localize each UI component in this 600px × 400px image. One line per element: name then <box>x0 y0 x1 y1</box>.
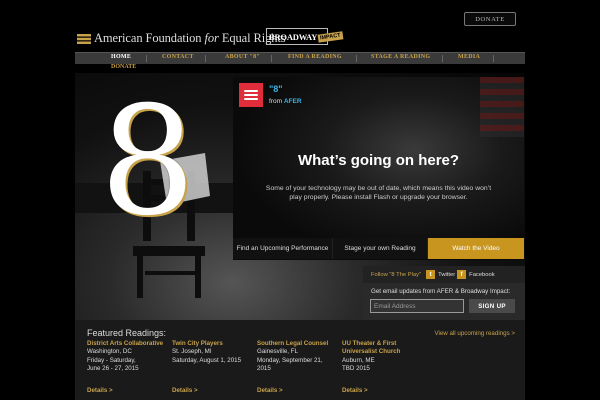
video-error-heading: What’s going on here? <box>297 152 460 169</box>
email-input[interactable] <box>370 299 464 313</box>
site-header: American Foundation for Equal Rights BRO… <box>0 0 600 52</box>
nav-divider <box>493 55 494 62</box>
play-title-eight: 8 <box>100 75 196 249</box>
nav-media[interactable]: MEDIA <box>458 54 480 60</box>
reading-location: Washington, DC <box>87 348 132 356</box>
reading-name[interactable]: Southern Legal Counsel <box>257 340 337 348</box>
reading-name[interactable]: UU Theater & First Universalist Church <box>342 340 422 357</box>
reading-date: Friday - Saturday, <box>87 356 136 364</box>
reading-date: Saturday, August 1, 2015 <box>172 356 242 364</box>
broadway-impact-logo[interactable]: BROADWAY IMPACT <box>266 28 344 45</box>
follow-label: Follow "8 The Play" <box>371 271 422 278</box>
featured-readings: Featured Readings: View all upcoming rea… <box>75 320 525 400</box>
video-title[interactable]: "8" <box>269 84 283 94</box>
social-signup-panel: Follow "8 The Play" t Twitter f Facebook… <box>363 266 525 320</box>
video-source-link[interactable]: AFER <box>284 98 302 105</box>
video-error-message: Some of your technology may be out of da… <box>265 185 492 201</box>
nav-divider <box>271 55 272 62</box>
nav-divider <box>146 55 147 62</box>
reading-date: 2015 <box>257 365 271 373</box>
nav-contact[interactable]: CONTACT <box>162 54 194 60</box>
donate-button[interactable]: DONATE <box>464 12 516 26</box>
reading-item: UU Theater & First Universalist Church A… <box>342 340 422 374</box>
tab-watch-video[interactable]: Watch the Video <box>428 238 524 259</box>
social-row: Follow "8 The Play" t Twitter f Facebook <box>363 266 525 283</box>
reading-date: Monday, September 21, <box>257 356 323 364</box>
nav-about[interactable]: ABOUT "8" <box>225 54 260 60</box>
reading-item: Southern Legal Counsel Gainesville, FL M… <box>257 340 337 374</box>
afer-channel-icon[interactable] <box>239 83 263 107</box>
twitter-link[interactable]: Twitter <box>438 272 455 278</box>
reading-item: Twin City Players St. Joseph, MI Saturda… <box>172 340 252 365</box>
afer-flag-icon <box>77 33 91 44</box>
reading-location: Gainesville, FL <box>257 348 298 356</box>
nav-donate[interactable]: DONATE <box>111 64 136 70</box>
reading-date: June 26 - 27, 2015 <box>87 365 139 373</box>
reading-name[interactable]: District Arts Collaborative <box>87 340 167 348</box>
email-signup-label: Get email updates from AFER & Broadway I… <box>371 288 511 295</box>
reading-date: TBD 2015 <box>342 365 370 373</box>
tab-stage-reading[interactable]: Stage your own Reading <box>333 238 428 259</box>
nav-divider <box>442 55 443 62</box>
reading-details-link[interactable]: Details > <box>87 387 113 394</box>
view-all-readings-link[interactable]: View all upcoming readings > <box>434 330 515 337</box>
main-nav: HOME CONTACT ABOUT "8" FIND A READING ST… <box>75 52 525 64</box>
facebook-icon[interactable]: f <box>457 270 467 279</box>
nav-find-reading[interactable]: FIND A READING <box>288 54 342 60</box>
signup-button[interactable]: SIGN UP <box>469 299 515 313</box>
video-flag-backdrop <box>480 77 524 137</box>
action-tabs: Find an Upcoming Performance Stage your … <box>233 238 524 259</box>
reading-location: St. Joseph, MI <box>172 348 212 356</box>
twitter-icon[interactable]: t <box>426 270 436 279</box>
org-name: American Foundation for Equal Rights <box>94 31 286 45</box>
video-source: from AFER <box>269 98 302 105</box>
nav-home[interactable]: HOME <box>111 54 131 60</box>
reading-name[interactable]: Twin City Players <box>172 340 252 348</box>
nav-stage-reading[interactable]: STAGE A READING <box>371 54 430 60</box>
nav-divider <box>205 55 206 62</box>
reading-details-link[interactable]: Details > <box>172 387 198 394</box>
reading-details-link[interactable]: Details > <box>342 387 368 394</box>
reading-location: Auburn, ME <box>342 356 375 364</box>
video-player[interactable]: "8" from AFER What’s going on here? Some… <box>233 77 524 260</box>
afer-logo[interactable]: American Foundation for Equal Rights <box>77 31 286 46</box>
featured-title: Featured Readings: <box>87 328 167 338</box>
nav-divider <box>356 55 357 62</box>
tab-find-performance[interactable]: Find an Upcoming Performance <box>233 238 333 259</box>
reading-details-link[interactable]: Details > <box>257 387 283 394</box>
reading-item: District Arts Collaborative Washington, … <box>87 340 167 374</box>
facebook-link[interactable]: Facebook <box>469 272 494 278</box>
